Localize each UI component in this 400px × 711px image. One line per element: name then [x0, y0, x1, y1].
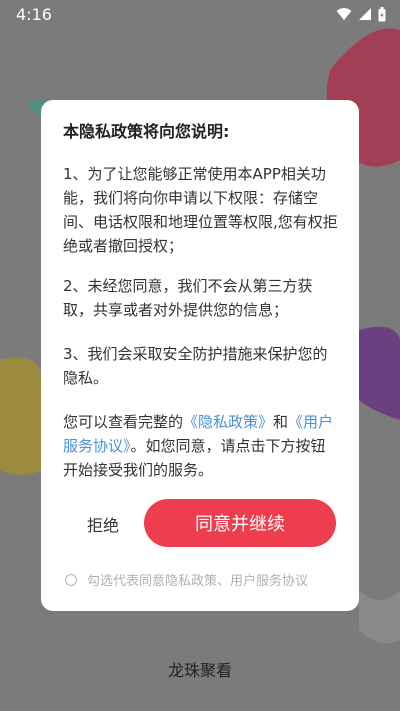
app-name: 龙珠聚看 — [167, 661, 232, 680]
status-icons — [336, 6, 386, 22]
privacy-dialog: 本隐私政策将向您说明: 1、为了让您能够正常使用本APP相关功能，我们将向你申请… — [41, 100, 359, 611]
security-paragraph: 3、我们会采取安全防护措施来保护您的隐私。 — [63, 345, 328, 387]
para4-prefix: 您可以查看完整的 — [63, 413, 184, 431]
para4-and: 和 — [273, 413, 289, 431]
consent-checkbox-row[interactable]: 勾选代表同意隐私政策、用户服务协议 — [65, 570, 308, 589]
consent-checkbox[interactable] — [65, 573, 77, 586]
signal-icon — [359, 8, 371, 20]
agree-continue-button[interactable]: 同意并继续 — [144, 499, 336, 547]
status-bar: 4:16 — [0, 0, 400, 28]
reject-button[interactable]: 拒绝 — [87, 512, 119, 536]
privacy-policy-link[interactable]: 《隐私政策》 — [183, 413, 273, 431]
data-sharing-paragraph: 2、未经您同意，我们不会从第三方获取，共享或者对外提供您的信息； — [63, 277, 313, 319]
dialog-title: 本隐私政策将向您说明: — [63, 122, 230, 141]
policy-links-paragraph: 您可以查看完整的《隐私政策》和《用户服务协议》。如您同意，请点击下方按钮开始接受… — [63, 410, 339, 482]
status-time: 4:16 — [16, 5, 52, 24]
permissions-paragraph: 1、为了让您能够正常使用本APP相关功能，我们将向你申请以下权限：存储空间、电话… — [63, 165, 338, 255]
battery-charging-icon — [378, 6, 386, 21]
wifi-icon — [336, 8, 352, 20]
consent-label: 勾选代表同意隐私政策、用户服务协议 — [87, 574, 309, 589]
